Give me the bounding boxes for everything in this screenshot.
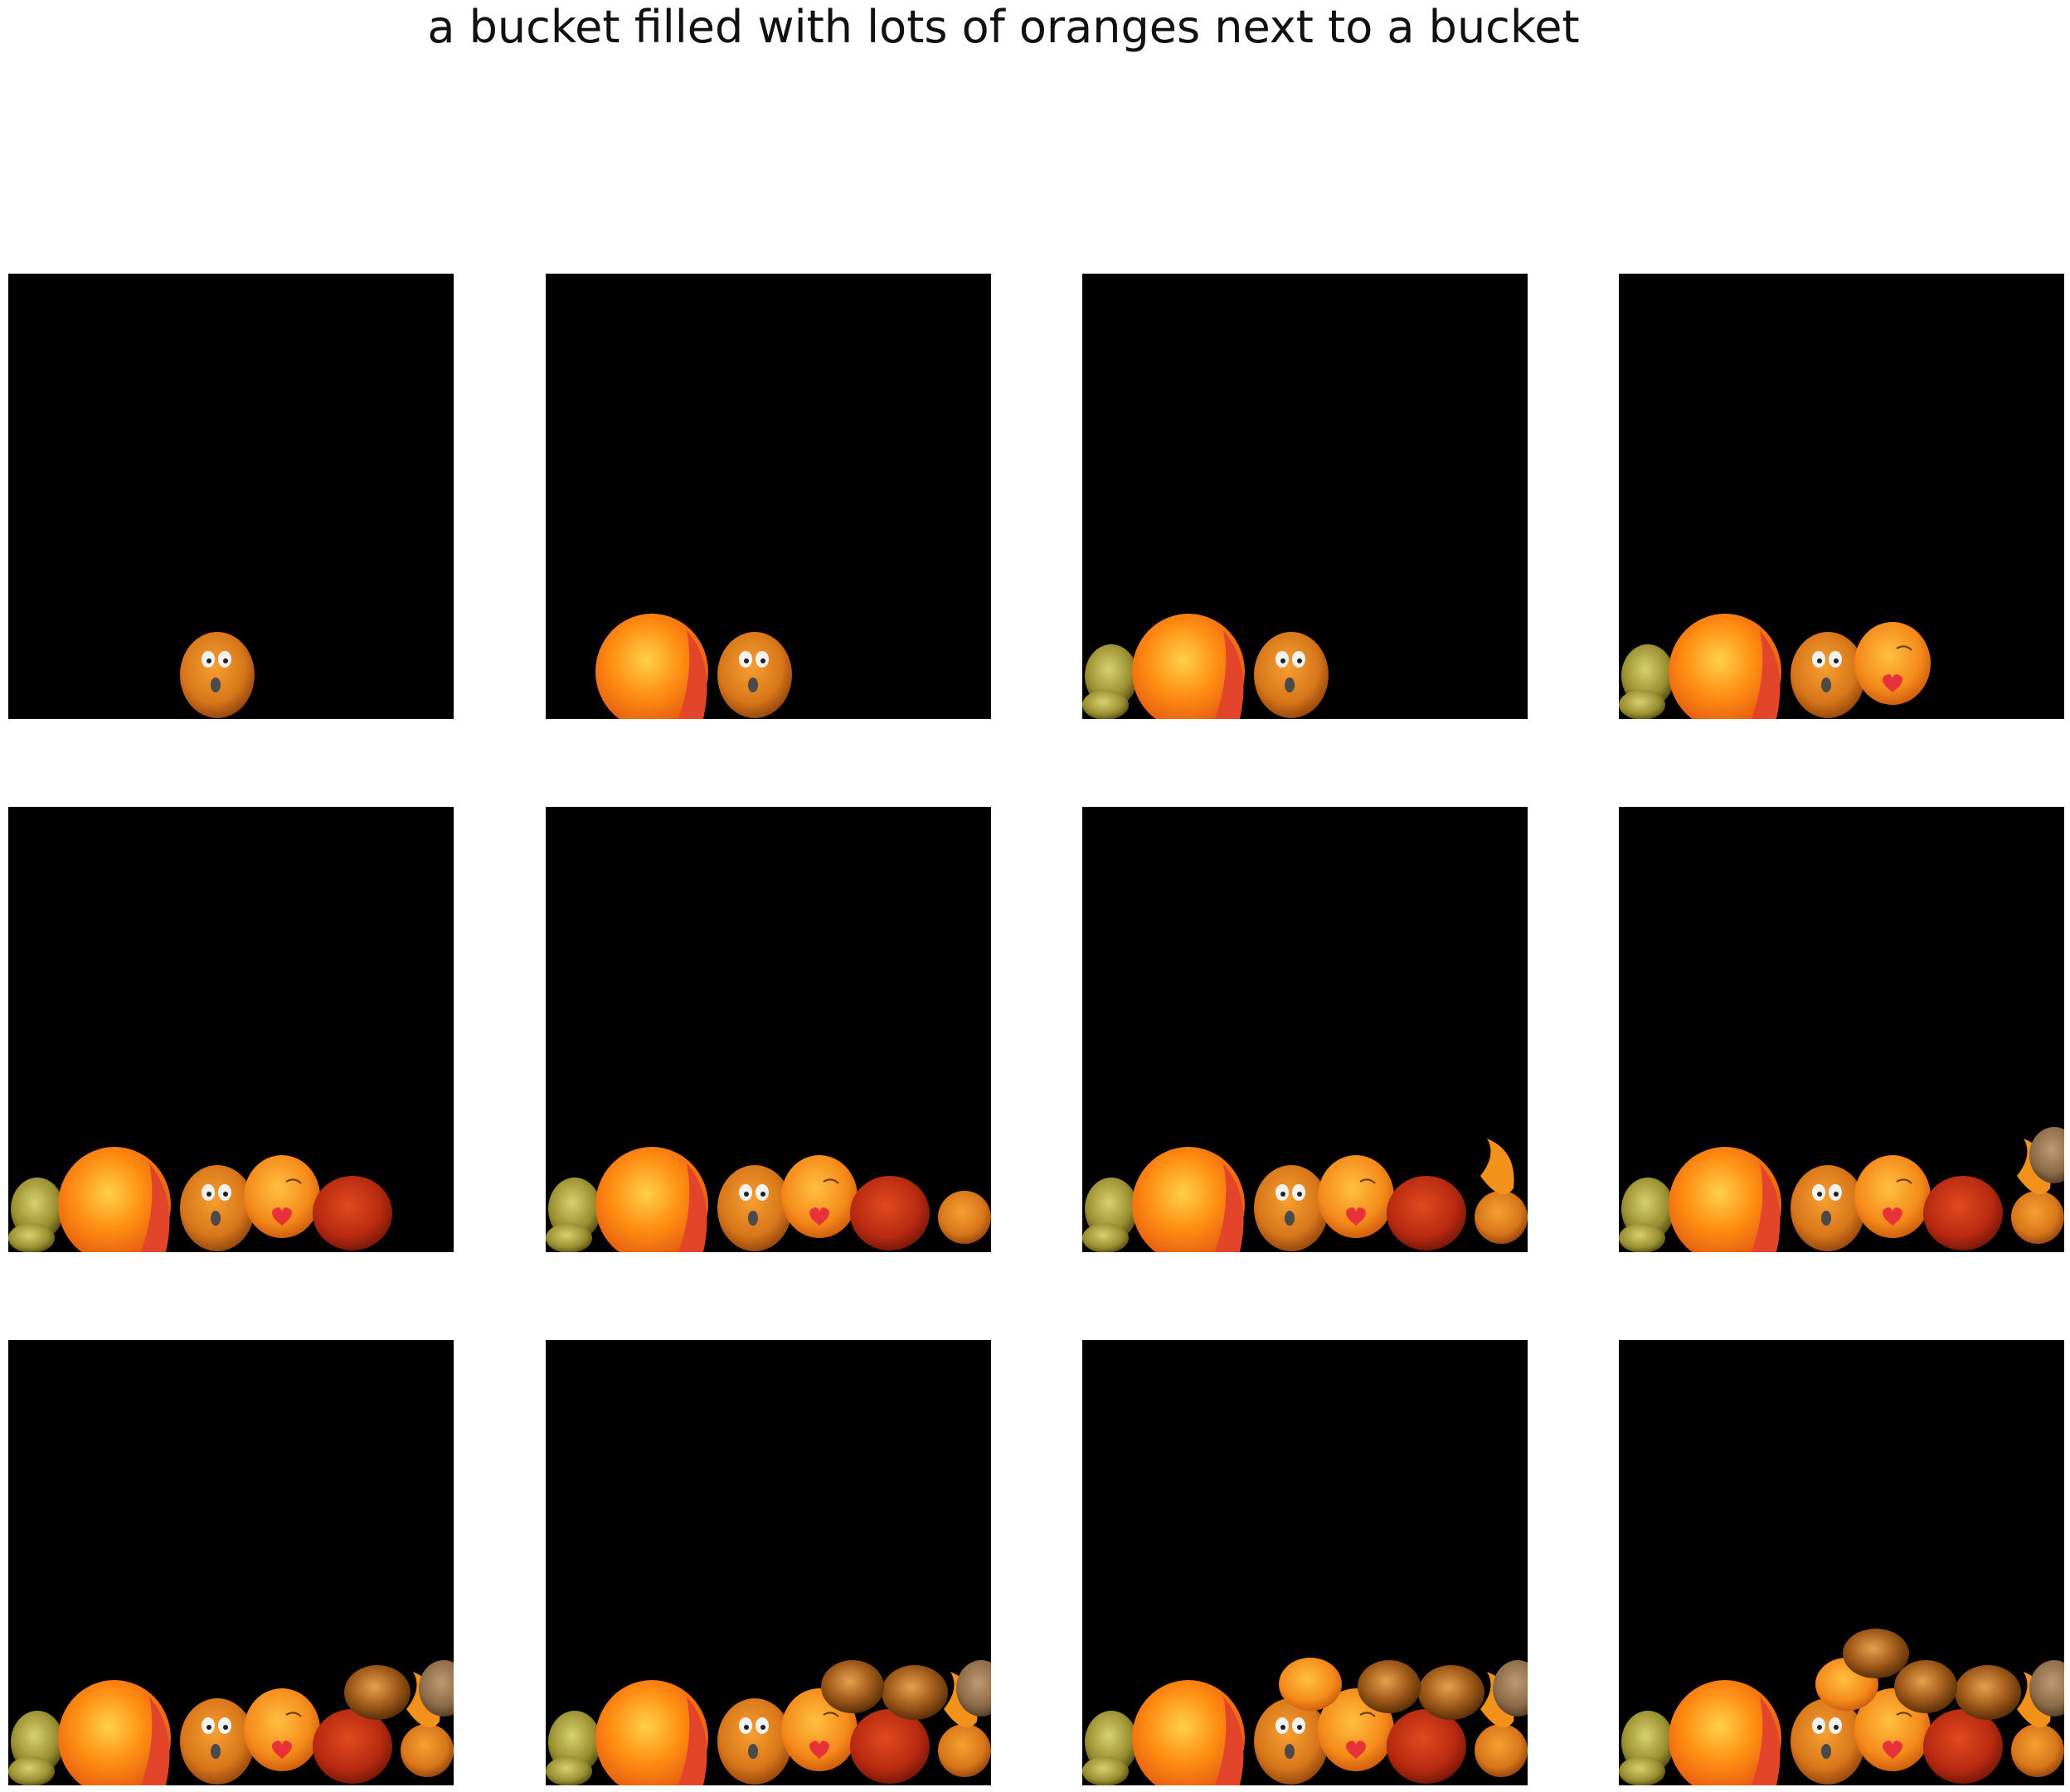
orange-face (717, 632, 792, 718)
orange-heart (1854, 622, 1931, 705)
panel-image (1619, 274, 2064, 719)
brown-orange-2 (1894, 1660, 1957, 1713)
top-orange (1279, 1658, 1342, 1711)
brown-orange-1 (882, 1665, 948, 1720)
panel-image (8, 807, 454, 1252)
brown-orange-3 (1843, 1629, 1909, 1678)
orange-face (717, 1698, 792, 1785)
panel-step-2 (546, 274, 991, 719)
panel-image (546, 1340, 991, 1785)
red-fruit (1387, 1176, 1466, 1251)
brown-orange-1 (1955, 1665, 2021, 1720)
red-fruit (850, 1176, 930, 1251)
orange-face (180, 1698, 255, 1785)
brown-orange-1 (1418, 1665, 1484, 1720)
small-orange (938, 1191, 991, 1244)
small-orange (1475, 1191, 1528, 1244)
orange-face (180, 632, 255, 718)
panel-step-7 (1082, 807, 1528, 1252)
orange-heart (1854, 1155, 1931, 1238)
panel-step-6 (546, 807, 991, 1252)
orange-face (1254, 1698, 1329, 1785)
panel-step-1 (8, 274, 454, 719)
brown-orange-2 (1358, 1660, 1421, 1713)
orange-face (180, 1165, 255, 1251)
panel-image (1619, 807, 2064, 1252)
red-fruit (313, 1709, 392, 1784)
panel-image (1082, 274, 1528, 719)
panel-image (546, 274, 991, 719)
orange-face (1791, 632, 1865, 718)
panel-image (1082, 1340, 1528, 1785)
small-orange (2011, 1724, 2064, 1777)
red-fruit (1387, 1709, 1466, 1784)
orange-heart (244, 1688, 320, 1771)
brown-orange-2 (821, 1660, 884, 1713)
panel-image (8, 1340, 454, 1785)
orange-heart (244, 1155, 320, 1238)
orange-face (1791, 1698, 1865, 1785)
panel-step-10 (546, 1340, 991, 1785)
orange-face (1791, 1165, 1865, 1251)
panel-image (1619, 1340, 2064, 1785)
panel-image (1082, 807, 1528, 1252)
red-fruit (850, 1709, 930, 1784)
panel-step-11 (1082, 1340, 1528, 1785)
panel-step-4 (1619, 274, 2064, 719)
panel-step-5 (8, 807, 454, 1252)
orange-face (1254, 632, 1329, 718)
small-orange (1475, 1724, 1528, 1777)
brown-orange-1 (344, 1665, 411, 1720)
panel-step-3 (1082, 274, 1528, 719)
small-orange (938, 1724, 991, 1777)
panel-step-12 (1619, 1340, 2064, 1785)
red-fruit (1923, 1709, 2003, 1784)
red-fruit (1923, 1176, 2003, 1251)
panel-image (8, 274, 454, 719)
orange-face (717, 1165, 792, 1251)
small-orange (401, 1724, 454, 1777)
orange-face (1254, 1165, 1329, 1251)
panel-step-9 (8, 1340, 454, 1785)
small-orange (2011, 1191, 2064, 1244)
orange-heart (1318, 1155, 1394, 1238)
panel-step-8 (1619, 807, 2064, 1252)
orange-heart (781, 1155, 858, 1238)
panel-image (546, 807, 991, 1252)
panel-grid (0, 0, 2070, 1792)
red-fruit (313, 1176, 392, 1251)
